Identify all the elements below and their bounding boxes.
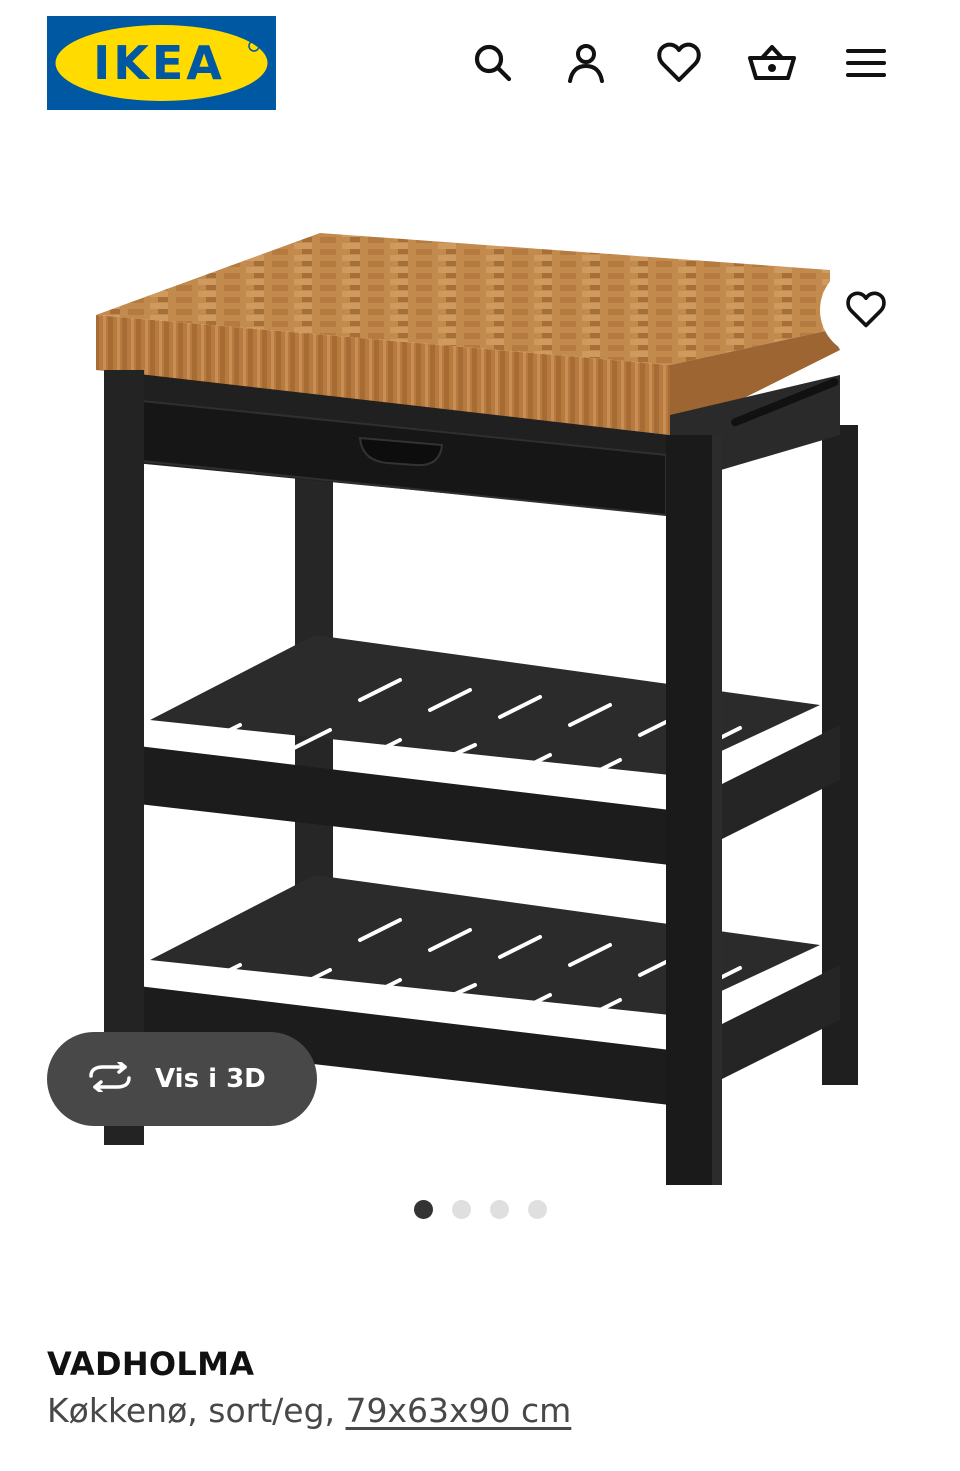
product-size-link[interactable]: 79x63x90 cm (346, 1391, 572, 1430)
heart-icon[interactable] (654, 38, 704, 88)
gallery-dot-3[interactable] (490, 1200, 509, 1219)
ikea-logo[interactable]: IKEA (47, 16, 276, 110)
view-in-3d-label: Vis i 3D (155, 1064, 266, 1094)
product-name: VADHOLMA (47, 1345, 255, 1383)
view-in-3d-button[interactable]: Vis i 3D (47, 1032, 317, 1126)
product-gallery: Vis i 3D (0, 125, 960, 1275)
menu-icon[interactable] (841, 38, 891, 88)
product-description: Køkkenø, sort/eg, 79x63x90 cm (47, 1388, 927, 1434)
account-icon[interactable] (561, 38, 611, 88)
gallery-pagination (414, 1200, 547, 1220)
product-info: VADHOLMA Køkkenø, sort/eg, 79x63x90 cm (47, 1340, 927, 1434)
basket-icon[interactable] (747, 38, 797, 88)
site-header: IKEA (0, 0, 960, 125)
gallery-dot-4[interactable] (528, 1200, 547, 1219)
product-type: Køkkenø, sort/eg, (47, 1391, 336, 1430)
add-to-favorites-button[interactable] (820, 264, 912, 356)
gallery-dot-2[interactable] (452, 1200, 471, 1219)
rotate-3d-icon (87, 1059, 133, 1097)
svg-text:IKEA: IKEA (93, 36, 225, 90)
search-icon[interactable] (468, 38, 518, 88)
heart-icon (846, 291, 886, 328)
gallery-dot-1[interactable] (414, 1200, 433, 1219)
